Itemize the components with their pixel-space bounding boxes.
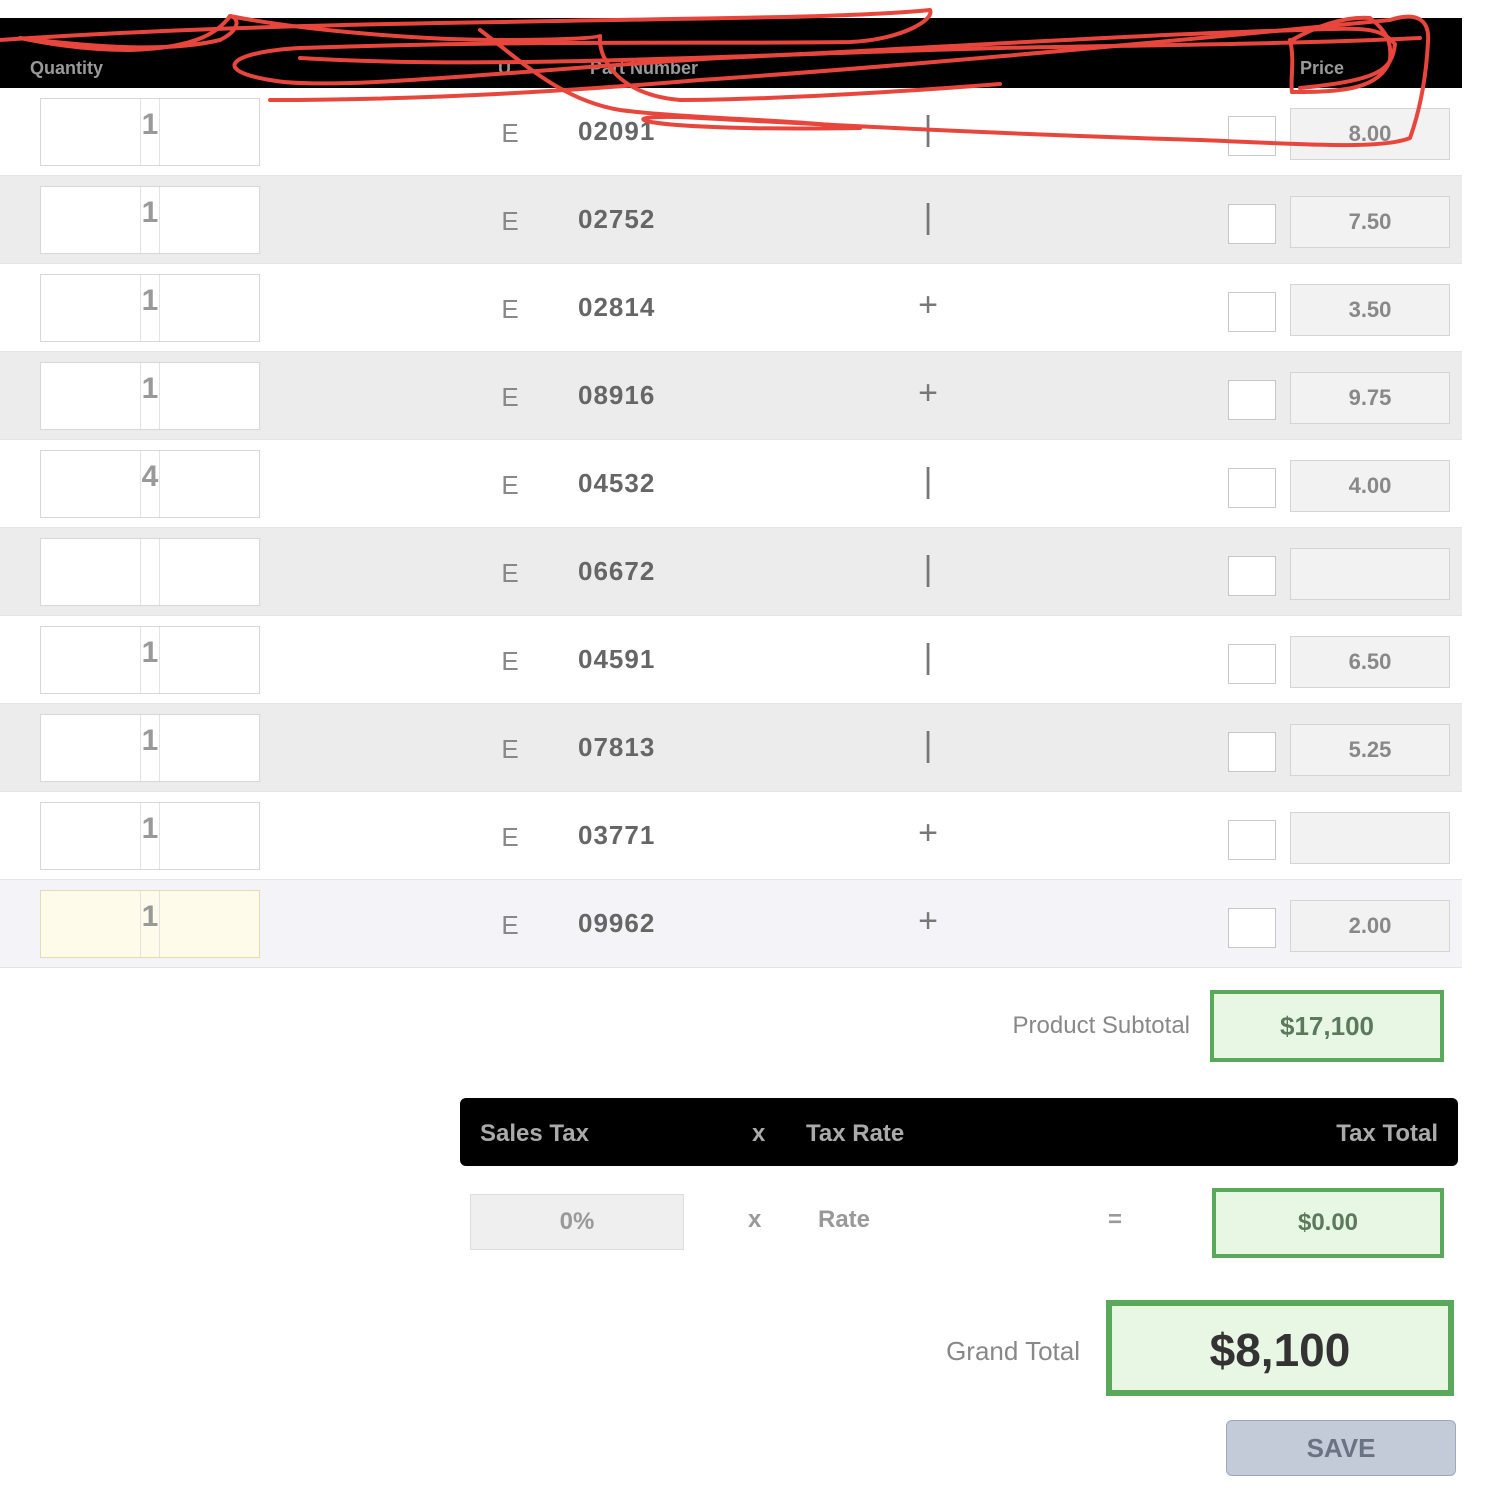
part-number: 02752: [578, 204, 656, 234]
subtotal-label: Product Subtotal: [1012, 1012, 1190, 1039]
unit-of-measure: E: [501, 118, 519, 148]
tax-total-label: Tax Total: [1336, 1120, 1438, 1147]
row-checkbox[interactable]: [1228, 116, 1276, 156]
tax-base-input[interactable]: 0%: [470, 1194, 684, 1250]
row-marker-icon: |: [923, 726, 933, 764]
increment-button[interactable]: [159, 539, 259, 605]
unit-of-measure: E: [501, 294, 519, 324]
row-checkbox[interactable]: [1228, 820, 1276, 860]
row-marker-icon: |: [923, 198, 933, 236]
row-marker-icon: |: [923, 110, 933, 148]
row-checkbox[interactable]: [1228, 292, 1276, 332]
table-row: 1 E 02752 | 7.50: [0, 176, 1462, 264]
part-number: 03771: [578, 820, 656, 850]
header-quantity: Quantity: [30, 58, 104, 78]
table-row: 1 E 02091 | 8.00: [0, 88, 1462, 176]
price-field[interactable]: 7.50: [1290, 196, 1450, 248]
tax-multiply-symbol: x: [752, 1120, 766, 1147]
row-checkbox[interactable]: [1228, 468, 1276, 508]
header-part-number: Part Number: [590, 58, 699, 78]
rate-label: Rate: [818, 1206, 871, 1233]
table-row: 1 E 04591 | 6.50: [0, 616, 1462, 704]
unit-of-measure: E: [501, 734, 519, 764]
part-number: 08916: [578, 380, 656, 410]
row-marker-icon: +: [918, 902, 938, 940]
tax-rate-label: Tax Rate: [806, 1120, 905, 1147]
times-symbol: x: [748, 1206, 762, 1233]
grand-total-value: $8,100: [1106, 1300, 1454, 1396]
table-row: 4 E 04532 | 4.00: [0, 440, 1462, 528]
row-checkbox[interactable]: [1228, 204, 1276, 244]
table-row: 1 E 03771 +: [0, 792, 1462, 880]
unit-of-measure: E: [501, 382, 519, 412]
price-field[interactable]: 9.75: [1290, 372, 1450, 424]
table-row: 1 E 09962 +2.00: [0, 880, 1462, 968]
tax-header-bar: Sales Tax x Tax Rate Tax Total: [460, 1098, 1458, 1166]
unit-of-measure: E: [501, 822, 519, 852]
part-number: 04532: [578, 468, 656, 498]
table-row: E 06672 |: [0, 528, 1462, 616]
table-row: 1 E 08916 +9.75: [0, 352, 1462, 440]
part-number: 09962: [578, 908, 656, 938]
unit-of-measure: E: [501, 646, 519, 676]
quantity-value[interactable]: 1: [90, 900, 210, 934]
row-marker-icon: |: [923, 550, 933, 588]
quantity-value[interactable]: 1: [90, 284, 210, 318]
part-number: 04591: [578, 644, 656, 674]
tax-total-value: $0.00: [1212, 1188, 1444, 1258]
header-uom: U: [498, 58, 511, 78]
header-price: Price: [1300, 58, 1345, 78]
row-checkbox[interactable]: [1228, 556, 1276, 596]
row-marker-icon: |: [923, 638, 933, 676]
quantity-value[interactable]: 1: [90, 372, 210, 406]
table-row: 1 E 07813 | 5.25: [0, 704, 1462, 792]
price-field[interactable]: 6.50: [1290, 636, 1450, 688]
price-field[interactable]: [1290, 548, 1450, 600]
quantity-value[interactable]: 1: [90, 108, 210, 142]
price-field[interactable]: [1290, 812, 1450, 864]
row-marker-icon: +: [918, 374, 938, 412]
part-number: 02091: [578, 116, 656, 146]
row-marker-icon: +: [918, 814, 938, 852]
row-checkbox[interactable]: [1228, 908, 1276, 948]
unit-of-measure: E: [501, 206, 519, 236]
part-number: 07813: [578, 732, 656, 762]
save-button[interactable]: SAVE: [1226, 1420, 1456, 1476]
price-field[interactable]: 3.50: [1290, 284, 1450, 336]
decrement-button[interactable]: [41, 539, 141, 605]
price-field[interactable]: 5.25: [1290, 724, 1450, 776]
unit-of-measure: E: [501, 910, 519, 940]
price-field[interactable]: 8.00: [1290, 108, 1450, 160]
price-field[interactable]: 4.00: [1290, 460, 1450, 512]
quantity-stepper[interactable]: [40, 538, 260, 606]
table-row: 1 E 02814 +3.50: [0, 264, 1462, 352]
subtotal-value: $17,100: [1210, 990, 1444, 1062]
row-checkbox[interactable]: [1228, 732, 1276, 772]
quantity-value[interactable]: 1: [90, 636, 210, 670]
row-marker-icon: +: [918, 286, 938, 324]
sales-tax-label: Sales Tax: [480, 1120, 589, 1147]
row-marker-icon: |: [923, 462, 933, 500]
quantity-value[interactable]: 1: [90, 196, 210, 230]
row-checkbox[interactable]: [1228, 644, 1276, 684]
grand-total-label: Grand Total: [946, 1336, 1080, 1366]
unit-of-measure: E: [501, 470, 519, 500]
row-checkbox[interactable]: [1228, 380, 1276, 420]
part-number: 06672: [578, 556, 656, 586]
price-field[interactable]: 2.00: [1290, 900, 1450, 952]
quantity-value[interactable]: 1: [90, 724, 210, 758]
order-form: Quantity U Part Number Price 1 E 02091 | 8.0…: [0, 0, 1490, 1490]
part-number: 02814: [578, 292, 656, 322]
quantity-value[interactable]: 4: [90, 460, 210, 494]
quantity-value[interactable]: 1: [90, 812, 210, 846]
equals-symbol: =: [1108, 1206, 1123, 1233]
table-header: Quantity U Part Number Price: [0, 18, 1462, 88]
unit-of-measure: E: [501, 558, 519, 588]
